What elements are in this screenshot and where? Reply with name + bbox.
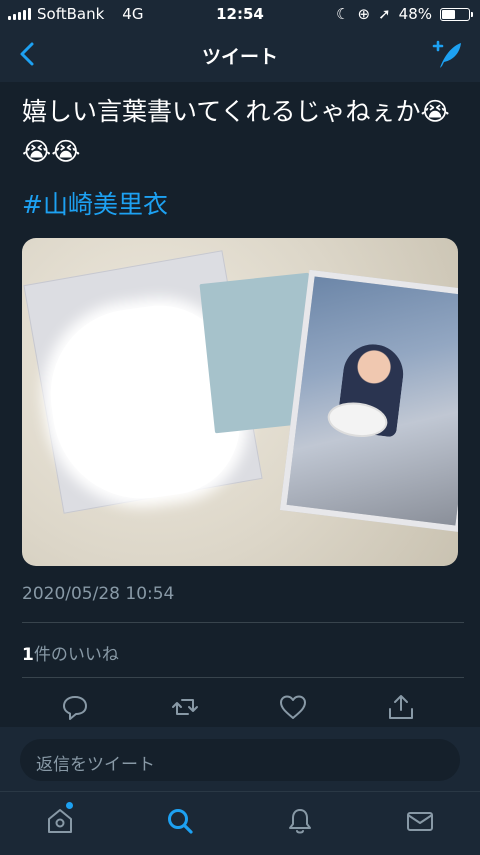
- tweet-timestamp: 2020/05/28 10:54: [22, 584, 175, 604]
- likes-label: 件のいいね: [33, 645, 119, 665]
- status-bar: SoftBank 4G 12:54 ☾ ⊕ ➚ 48%: [0, 0, 480, 28]
- nav-bar: ツイート: [0, 28, 480, 82]
- notification-dot: [66, 802, 73, 809]
- battery-icon: [440, 7, 473, 21]
- search-icon[interactable]: [165, 806, 195, 836]
- location-icon: ➚: [378, 5, 391, 23]
- retweet-icon[interactable]: [170, 692, 200, 722]
- divider: [22, 677, 464, 678]
- like-icon[interactable]: [278, 692, 308, 722]
- tweet-photo[interactable]: [22, 238, 458, 566]
- battery-percent: 48%: [398, 5, 432, 23]
- divider: [22, 622, 464, 623]
- tab-bar: [0, 791, 480, 855]
- tweet-actions: [0, 688, 480, 724]
- reply-icon[interactable]: [60, 692, 90, 722]
- compose-tweet-icon[interactable]: [430, 38, 464, 72]
- rotation-lock-icon: ⊕: [357, 5, 371, 23]
- page-title: ツイート: [201, 46, 278, 68]
- notifications-icon[interactable]: [285, 806, 315, 836]
- reply-input[interactable]: 返信をツイート: [20, 739, 460, 781]
- messages-icon[interactable]: [405, 806, 435, 836]
- share-icon[interactable]: [386, 692, 416, 722]
- hashtag-link[interactable]: #山崎美里衣: [22, 185, 168, 221]
- reply-bar: 返信をツイート: [0, 727, 480, 791]
- likes-count[interactable]: 1件のいいね: [22, 640, 119, 665]
- tweet-text: 嬉しい言葉書いてくれるじゃねぇか😭😭😭: [22, 97, 450, 166]
- status-right: ☾ ⊕ ➚ 48%: [336, 5, 473, 23]
- moon-icon: ☾: [336, 5, 350, 23]
- home-icon[interactable]: [45, 806, 75, 836]
- printed-photo: [279, 269, 458, 533]
- likes-number: 1: [22, 645, 34, 665]
